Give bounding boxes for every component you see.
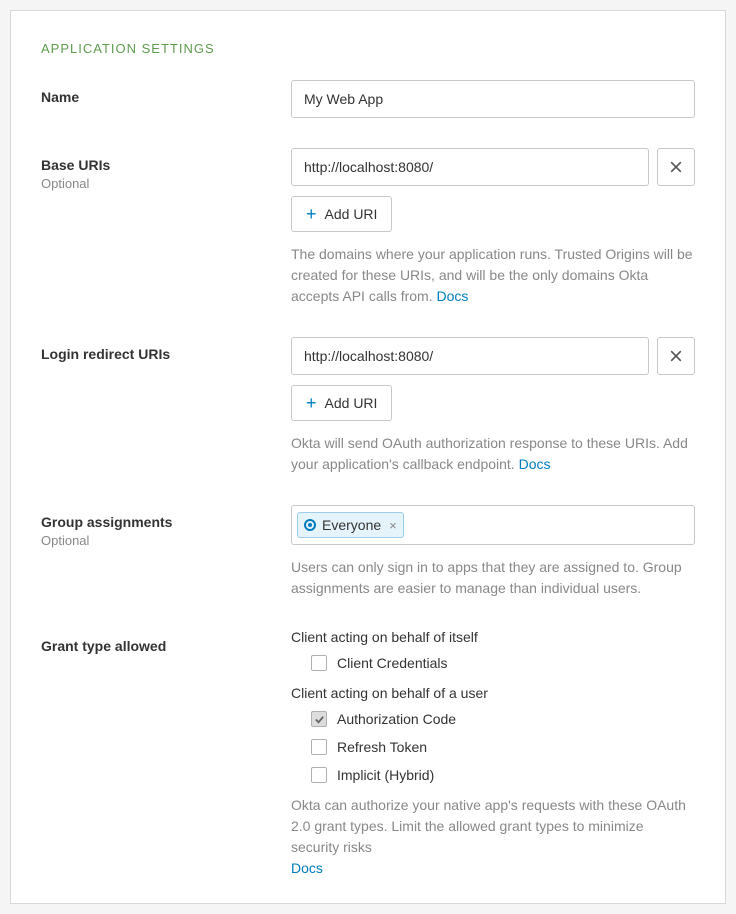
row-group-assignments: Group assignments Optional Everyone × Us… (41, 505, 695, 599)
checkbox-row-client-credentials: Client Credentials (311, 655, 695, 671)
grant-help: Okta can authorize your native app's req… (291, 795, 695, 879)
close-icon (670, 161, 682, 173)
panel-title: APPLICATION SETTINGS (41, 41, 695, 56)
checkbox-label: Authorization Code (337, 711, 456, 727)
checkbox-authorization-code[interactable] (311, 711, 327, 727)
check-icon (314, 714, 325, 725)
row-login-redirect: Login redirect URIs + Add URI Okta will … (41, 337, 695, 475)
close-icon (670, 350, 682, 362)
login-redirect-input[interactable] (291, 337, 649, 375)
remove-base-uri-button[interactable] (657, 148, 695, 186)
grant-user-heading: Client acting on behalf of a user (291, 685, 695, 701)
row-grant-type: Grant type allowed Client acting on beha… (41, 629, 695, 879)
plus-icon: + (306, 205, 317, 223)
groups-help: Users can only sign in to apps that they… (291, 557, 695, 599)
grant-docs-link[interactable]: Docs (291, 860, 323, 876)
checkbox-label: Implicit (Hybrid) (337, 767, 434, 783)
checkbox-row-refresh-token: Refresh Token (311, 739, 695, 755)
checkbox-row-implicit: Implicit (Hybrid) (311, 767, 695, 783)
base-uris-label: Base URIs (41, 156, 291, 174)
login-redirect-help: Okta will send OAuth authorization respo… (291, 433, 695, 475)
base-uri-row (291, 148, 695, 186)
groups-sublabel: Optional (41, 533, 291, 550)
add-login-redirect-label: Add URI (325, 395, 378, 411)
add-base-uri-button[interactable]: + Add URI (291, 196, 392, 232)
name-input[interactable] (291, 80, 695, 118)
grant-self-list: Client Credentials (291, 655, 695, 671)
grant-user-list: Authorization Code Refresh Token Implici… (291, 711, 695, 783)
grant-self-heading: Client acting on behalf of itself (291, 629, 695, 645)
add-login-redirect-button[interactable]: + Add URI (291, 385, 392, 421)
name-label: Name (41, 88, 291, 106)
groups-label: Group assignments (41, 513, 291, 531)
base-uris-docs-link[interactable]: Docs (437, 288, 469, 304)
grant-label: Grant type allowed (41, 637, 291, 655)
checkbox-label: Refresh Token (337, 739, 427, 755)
base-uris-help: The domains where your application runs.… (291, 244, 695, 307)
login-redirect-label: Login redirect URIs (41, 345, 291, 363)
plus-icon: + (306, 394, 317, 412)
base-uri-input[interactable] (291, 148, 649, 186)
add-base-uri-label: Add URI (325, 206, 378, 222)
login-redirect-uri-row (291, 337, 695, 375)
application-settings-panel: APPLICATION SETTINGS Name Base URIs Opti… (10, 10, 726, 904)
checkbox-implicit[interactable] (311, 767, 327, 783)
group-chip-everyone: Everyone × (297, 512, 404, 538)
checkbox-client-credentials[interactable] (311, 655, 327, 671)
group-icon (304, 519, 316, 531)
base-uris-sublabel: Optional (41, 176, 291, 193)
login-redirect-docs-link[interactable]: Docs (519, 456, 551, 472)
group-chip-label: Everyone (322, 517, 381, 533)
checkbox-row-authorization-code: Authorization Code (311, 711, 695, 727)
row-name: Name (41, 80, 695, 118)
remove-login-redirect-button[interactable] (657, 337, 695, 375)
group-chip-remove[interactable]: × (387, 519, 397, 532)
groups-input[interactable]: Everyone × (291, 505, 695, 545)
row-base-uris: Base URIs Optional + Add URI The domains… (41, 148, 695, 307)
checkbox-refresh-token[interactable] (311, 739, 327, 755)
checkbox-label: Client Credentials (337, 655, 448, 671)
